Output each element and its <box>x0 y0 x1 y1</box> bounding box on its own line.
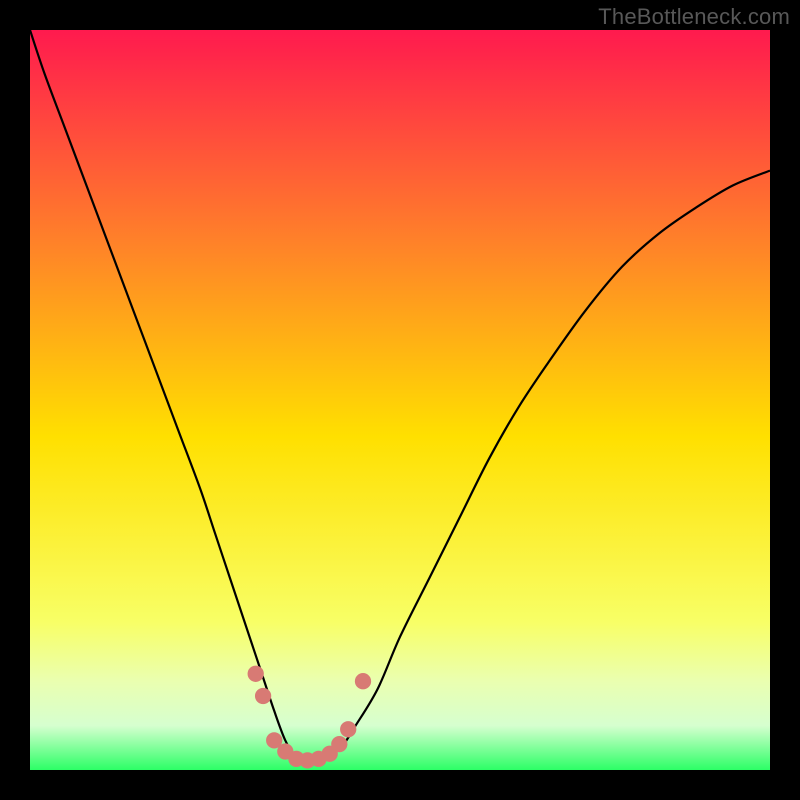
curve-marker <box>340 721 356 737</box>
curve-marker <box>255 688 271 704</box>
curve-markers <box>248 666 372 769</box>
curve-line <box>30 30 770 763</box>
bottleneck-curve <box>30 30 770 770</box>
curve-marker <box>248 666 264 682</box>
chart-frame: TheBottleneck.com <box>0 0 800 800</box>
curve-marker <box>331 736 347 752</box>
curve-marker <box>355 673 371 689</box>
plot-viewport <box>30 30 770 770</box>
watermark-text: TheBottleneck.com <box>598 4 790 30</box>
